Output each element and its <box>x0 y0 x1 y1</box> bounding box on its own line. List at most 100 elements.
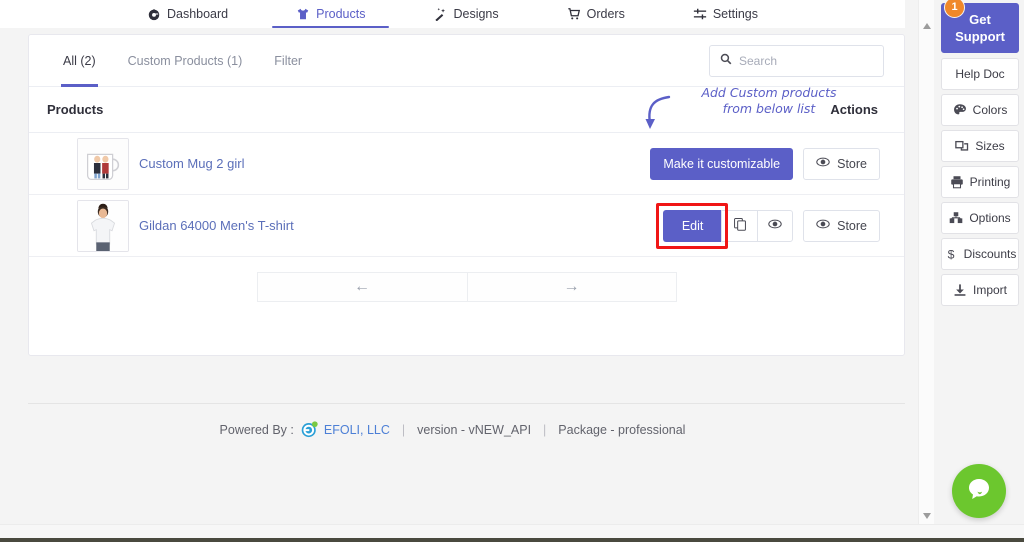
footer-separator: | <box>543 422 547 437</box>
sidebar-item-discounts[interactable]: $ Discounts <box>941 238 1019 270</box>
row-actions: Make it customizable Store <box>650 147 880 180</box>
row-actions: Edit Store <box>656 202 880 249</box>
footer: Powered By : EFOLI, LLC | version - vNEW… <box>0 420 905 439</box>
sidebar-label-help-doc: Help Doc <box>955 67 1005 81</box>
search-placeholder: Search <box>739 54 778 68</box>
column-header-products: Products <box>47 102 104 117</box>
dashboard-icon <box>147 7 161 21</box>
right-sidebar: 1 Get Support Help Doc Colors Sizes Prin… <box>934 0 1024 542</box>
arrow-right-icon: → <box>563 278 580 295</box>
efoli-logo-icon <box>300 420 319 439</box>
eye-icon <box>816 217 830 234</box>
window-bottom-border <box>0 538 1024 542</box>
tab-custom-products[interactable]: Custom Products (1) <box>112 35 259 87</box>
sidebar-label-options: Options <box>969 211 1011 225</box>
duplicate-button[interactable] <box>721 209 758 242</box>
vertical-scrollbar[interactable] <box>918 0 934 524</box>
nav-item-designs[interactable]: Designs <box>399 0 532 28</box>
copy-icon <box>733 217 747 234</box>
products-card: All (2) Custom Products (1) Filter Searc… <box>28 34 905 356</box>
dollar-icon: $ <box>944 247 958 261</box>
pagination: ← → <box>29 257 904 317</box>
tab-all[interactable]: All (2) <box>47 35 112 87</box>
nav-item-dashboard[interactable]: Dashboard <box>113 0 262 28</box>
nav-item-orders[interactable]: Orders <box>533 0 659 28</box>
nav-label-settings: Settings <box>712 7 759 21</box>
support-badge-count: 1 <box>944 0 965 18</box>
page-content: All (2) Custom Products (1) Filter Searc… <box>0 28 905 520</box>
get-support-line-2: Support <box>955 29 1005 44</box>
tab-filter[interactable]: Filter <box>258 35 318 87</box>
table-row: Gildan 64000 Men's T-shirt Edit Store <box>29 195 904 257</box>
nav-label-designs: Designs <box>453 7 499 21</box>
sidebar-item-colors[interactable]: Colors <box>941 94 1019 126</box>
sidebar-label-discounts: Discounts <box>963 247 1017 261</box>
get-support-button[interactable]: 1 Get Support <box>941 0 1019 53</box>
scroll-down-arrow-icon[interactable] <box>919 508 935 524</box>
sidebar-label-sizes: Sizes <box>975 139 1005 153</box>
palette-icon <box>953 103 967 117</box>
store-button-label: Store <box>837 156 867 171</box>
app-screen: Dashboard Products Designs Orders Settin <box>0 0 1024 542</box>
sidebar-label-colors: Colors <box>972 103 1008 117</box>
product-name-link[interactable]: Custom Mug 2 girl <box>139 156 244 171</box>
shopping-cart-icon <box>567 7 581 21</box>
nav-label-products: Products <box>316 7 366 21</box>
scroll-up-arrow-icon[interactable] <box>919 18 935 34</box>
magic-wand-icon <box>433 7 447 21</box>
sidebar-item-sizes[interactable]: Sizes <box>941 130 1019 162</box>
store-button-label: Store <box>837 218 867 233</box>
footer-divider <box>28 403 905 404</box>
footer-package: Package - professional <box>558 422 686 437</box>
store-button[interactable]: Store <box>803 147 880 180</box>
tab-custom-products-label: Custom Products (1) <box>127 53 243 68</box>
chat-widget-button[interactable] <box>952 464 1006 518</box>
mug-thumbnail[interactable] <box>77 137 129 190</box>
sidebar-item-help-doc[interactable]: Help Doc <box>941 58 1019 90</box>
nav-item-settings[interactable]: Settings <box>659 0 792 28</box>
edit-button-wrapper: Edit <box>656 202 729 249</box>
footer-brand-link[interactable]: EFOLI, LLC <box>324 423 390 437</box>
pagination-prev-button[interactable]: ← <box>256 272 467 302</box>
sliders-icon <box>693 7 707 21</box>
tshirt-thumbnail[interactable] <box>77 199 129 252</box>
eye-icon <box>816 155 830 172</box>
top-navigation: Dashboard Products Designs Orders Settin <box>0 0 905 28</box>
svg-text:$: $ <box>947 247 954 261</box>
chat-bubble-icon <box>965 475 993 508</box>
sidebar-item-printing[interactable]: Printing <box>941 166 1019 198</box>
nav-label-dashboard: Dashboard <box>166 7 229 21</box>
footer-separator: | <box>401 422 406 437</box>
edit-button-group: Edit <box>656 202 794 249</box>
preview-button[interactable] <box>757 209 794 242</box>
tab-all-label: All (2) <box>63 53 96 68</box>
column-header-actions: Actions <box>830 102 878 117</box>
product-name-link[interactable]: Gildan 64000 Men's T-shirt <box>139 218 294 233</box>
resize-icon <box>955 139 969 153</box>
arrow-left-icon: ← <box>354 278 370 295</box>
pagination-next-button[interactable]: → <box>466 272 677 302</box>
footer-version: version - vNEW_API <box>417 422 532 437</box>
eye-icon <box>768 217 782 234</box>
horizontal-scrollbar[interactable] <box>0 524 1024 538</box>
sidebar-item-options[interactable]: Options <box>941 202 1019 234</box>
tab-filter-label: Filter <box>274 53 303 68</box>
table-header-row: Products Add Custom products from below … <box>29 85 904 133</box>
sidebar-item-import[interactable]: Import <box>941 274 1019 306</box>
annotation-line-1: Add Custom products <box>701 85 837 100</box>
get-support-line-1: Get <box>969 12 991 27</box>
make-customizable-button[interactable]: Make it customizable <box>650 147 794 180</box>
filter-tabs: All (2) Custom Products (1) Filter Searc… <box>29 35 904 87</box>
edit-button[interactable]: Edit <box>663 209 722 242</box>
printer-icon <box>950 175 964 189</box>
search-icon <box>720 52 732 70</box>
sidebar-label-import: Import <box>972 283 1007 297</box>
tshirt-icon <box>296 7 310 21</box>
search-input[interactable]: Search <box>709 45 884 77</box>
nav-label-orders: Orders <box>586 7 625 21</box>
table-row: Custom Mug 2 girl Make it customizable S… <box>29 133 904 195</box>
sidebar-label-printing: Printing <box>969 175 1011 189</box>
boxes-icon <box>949 211 963 225</box>
store-button[interactable]: Store <box>803 209 880 242</box>
nav-item-products[interactable]: Products <box>262 0 399 28</box>
